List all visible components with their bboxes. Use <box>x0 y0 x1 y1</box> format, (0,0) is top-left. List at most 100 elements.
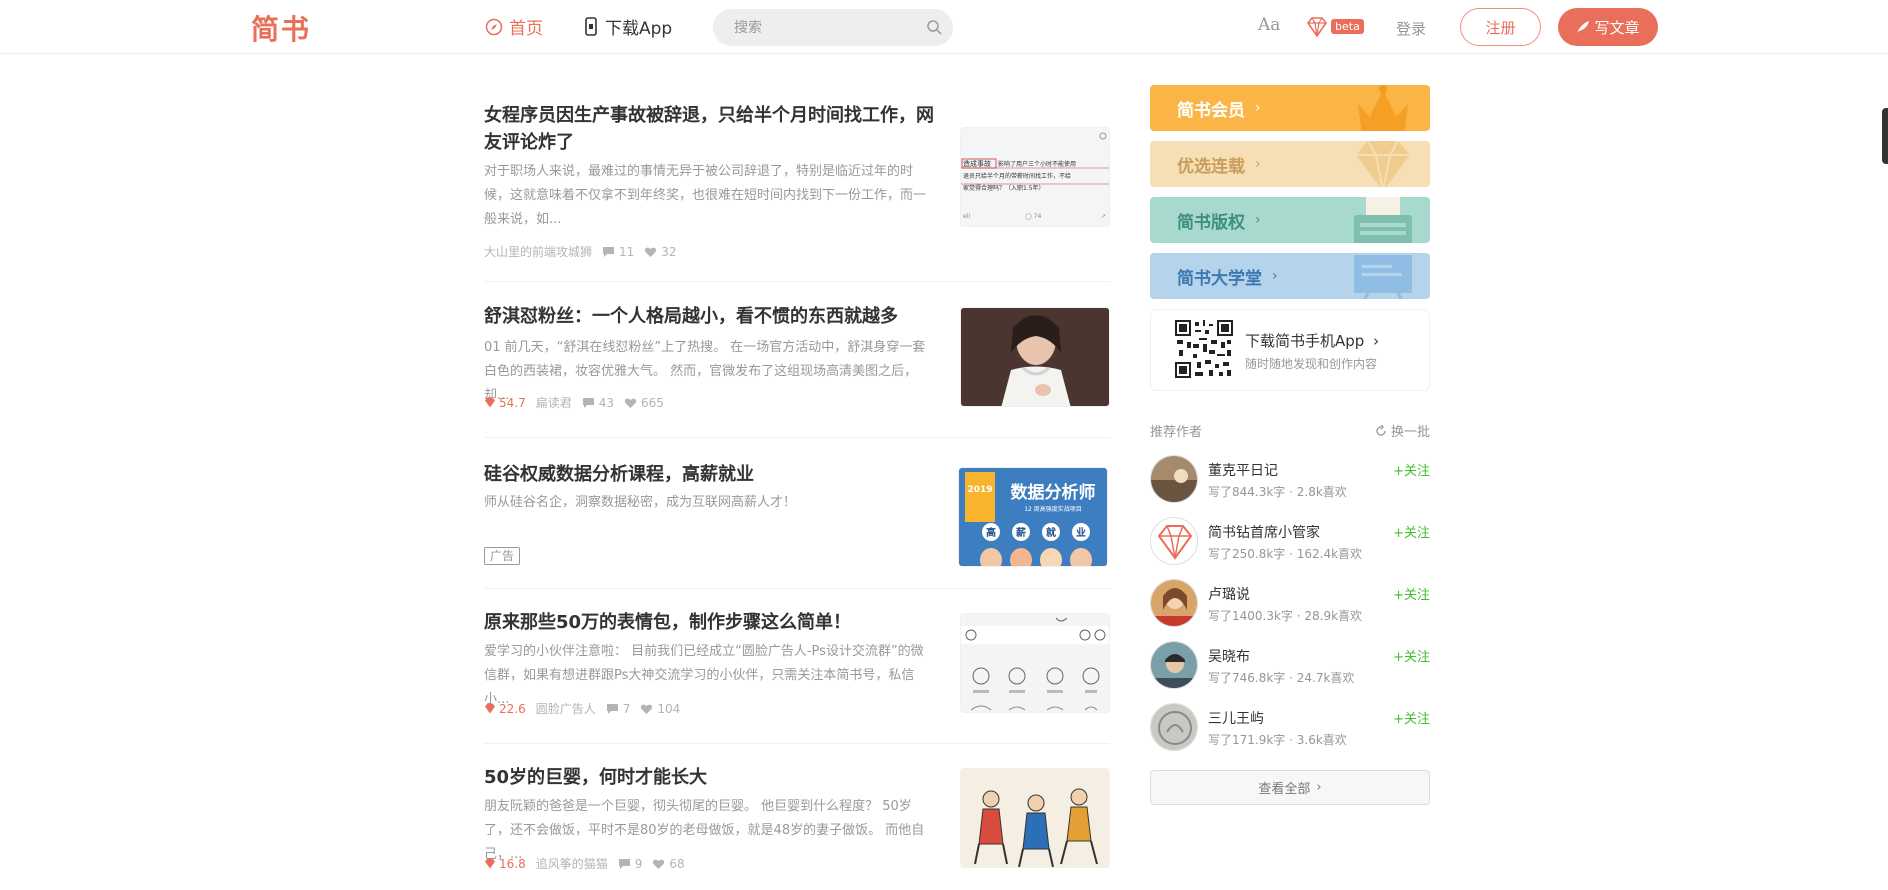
avatar[interactable] <box>1150 579 1198 627</box>
ad-label: 广告 <box>484 547 521 565</box>
avatar[interactable] <box>1150 641 1198 689</box>
svg-text:影响了用户三个小时不能使用: 影响了用户三个小时不能使用 <box>998 160 1076 168</box>
follow-button[interactable]: +关注 <box>1393 646 1430 665</box>
banner-membership[interactable]: 简书会员 › <box>1150 85 1430 131</box>
svg-text:◯ 74: ◯ 74 <box>1025 213 1041 220</box>
author-item: 吴晓布 写了746.8k字 · 24.7k喜欢 +关注 <box>1150 641 1430 691</box>
author-name[interactable]: 吴晓布 <box>1208 646 1250 666</box>
banner-academy[interactable]: 简书大学堂 › <box>1150 253 1430 299</box>
article-thumbnail[interactable] <box>960 613 1110 713</box>
write-article-button[interactable]: 写文章 <box>1558 8 1658 46</box>
article-meta: 22.6 圆脸广告人 7 104 <box>484 700 680 717</box>
comment-count[interactable]: 43 <box>582 396 614 410</box>
comment-count[interactable]: 9 <box>618 857 642 871</box>
portrait-photo-image <box>961 308 1109 406</box>
chevron-right-icon: › <box>1316 780 1322 795</box>
side-scroll-tab[interactable] <box>1882 108 1888 164</box>
author-name[interactable]: 三儿王屿 <box>1208 708 1264 728</box>
login-link[interactable]: 登录 <box>1396 18 1426 39</box>
author-stats: 写了250.8k字 · 162.4k喜欢 <box>1208 547 1363 561</box>
diamond-icon <box>485 703 495 714</box>
article-thumbnail[interactable] <box>960 768 1110 868</box>
article-title[interactable]: 原来那些50万的表情包，制作步骤这么简单！ <box>484 609 934 636</box>
search-icon[interactable] <box>926 19 942 35</box>
author-item: 卢璐说 写了1400.3k字 · 28.9k喜欢 +关注 <box>1150 579 1430 629</box>
banner-label: 简书大学堂 <box>1177 268 1262 289</box>
author-name[interactable]: 卢璐说 <box>1208 584 1250 604</box>
search-input[interactable] <box>714 10 904 45</box>
diamond-icon[interactable] <box>1306 17 1328 37</box>
svg-text:造成事故: 造成事故 <box>963 159 991 168</box>
banner-copyright[interactable]: 简书版权 › <box>1150 197 1430 243</box>
author-name[interactable]: 董克平日记 <box>1208 460 1278 480</box>
article-author[interactable]: 大山里的前端攻城狮 <box>484 243 592 260</box>
article-thumbnail[interactable]: 造成事故 影响了用户三个小时不能使用 退员只给半个月的带薪时间找工作，不给 家觉… <box>960 127 1110 227</box>
see-all-authors-button[interactable]: 查看全部 › <box>1150 770 1430 805</box>
article-meta: 54.7 扁读君 43 665 <box>484 394 664 411</box>
nav-download-app-link[interactable]: 下载App <box>585 14 672 39</box>
svg-text:退员只给半个月的带薪时间找工作，不给: 退员只给半个月的带薪时间找工作，不给 <box>963 172 1071 180</box>
avatar[interactable] <box>1150 517 1198 565</box>
heart-icon <box>653 859 665 869</box>
author-item: 董克平日记 写了844.3k字 · 2.8k喜欢 +关注 <box>1150 455 1430 505</box>
ad-title[interactable]: 硅谷权威数据分析课程，高薪就业 <box>484 461 934 488</box>
article-author[interactable]: 圆脸广告人 <box>536 700 596 717</box>
article-abstract: 对于职场人来说，最难过的事情无异于被公司辞退了，特别是临近过年的时候，这就意味着… <box>484 164 927 227</box>
refresh-authors-button[interactable]: 换一批 <box>1375 421 1430 440</box>
screenshot-thumbnail-image: 造成事故 影响了用户三个小时不能使用 退员只给半个月的带薪时间找工作，不给 家觉… <box>961 128 1109 226</box>
jewel-count: 22.6 <box>484 702 526 716</box>
article-title[interactable]: 女程序员因生产事故被辞退，只给半个月时间找工作，网友评论炸了 <box>484 102 934 156</box>
recommended-authors-title: 推荐作者 <box>1150 425 1203 440</box>
heart-icon <box>641 704 653 714</box>
article-author[interactable]: 扁读君 <box>536 394 572 411</box>
banner-serial[interactable]: 优选连载 › <box>1150 141 1430 187</box>
comment-icon <box>618 858 630 869</box>
follow-button[interactable]: +关注 <box>1393 522 1430 541</box>
write-label: 写文章 <box>1594 18 1640 37</box>
author-item: 三儿王屿 写了171.9k字 · 3.6k喜欢 +关注 <box>1150 703 1430 753</box>
comment-icon <box>582 397 594 408</box>
article-author[interactable]: 追风筝的猫猫 <box>536 855 608 872</box>
site-logo[interactable]: 简书 <box>251 8 311 48</box>
author-stats: 写了844.3k字 · 2.8k喜欢 <box>1208 485 1347 499</box>
phone-icon <box>585 17 597 36</box>
avatar[interactable] <box>1150 703 1198 751</box>
ad-thumbnail[interactable]: 2019 数据分析师 12 周高强度实战项目 高 薪 就 业 <box>958 467 1108 567</box>
banner-label: 简书版权 <box>1177 212 1245 233</box>
like-count: 104 <box>640 702 680 716</box>
svg-text:ell: ell <box>963 213 970 220</box>
comment-count[interactable]: 7 <box>606 702 630 716</box>
article-thumbnail[interactable] <box>960 307 1110 407</box>
svg-text:↗: ↗ <box>1101 213 1106 220</box>
article-title[interactable]: 舒淇怼粉丝：一个人格局越小，看不惯的东西就越多 <box>484 303 934 330</box>
svg-text:家觉得合理吗？（入职1.5年）: 家觉得合理吗？（入职1.5年） <box>963 184 1045 192</box>
follow-button[interactable]: +关注 <box>1393 460 1430 479</box>
svg-text:业: 业 <box>1076 526 1086 539</box>
article-item: 舒淇怼粉丝：一个人格局越小，看不惯的东西就越多 01 前几天，“舒淇在线怼粉丝”… <box>484 300 1110 438</box>
banner-label: 简书会员 <box>1177 100 1245 121</box>
chevron-right-icon: › <box>1255 212 1261 228</box>
app-screenshot-image <box>961 614 1109 712</box>
svg-text:就: 就 <box>1046 526 1056 539</box>
font-style-toggle[interactable]: Aa <box>1258 15 1280 35</box>
avatar[interactable] <box>1150 455 1198 503</box>
svg-text:2019: 2019 <box>967 485 992 495</box>
jewel-count: 16.8 <box>484 857 526 871</box>
chevron-right-icon: › <box>1272 268 1278 284</box>
svg-text:薪: 薪 <box>1016 526 1026 539</box>
nav-home-link[interactable]: 首页 <box>485 14 543 39</box>
ad-item: 硅谷权威数据分析课程，高薪就业 师从硅谷名企，洞察数据秘密，成为互联网高薪人才！… <box>484 455 1110 589</box>
follow-button[interactable]: +关注 <box>1393 584 1430 603</box>
cartoon-illustration-image <box>961 769 1109 867</box>
recommended-authors-header: 推荐作者 换一批 <box>1150 421 1430 440</box>
comment-count[interactable]: 11 <box>602 245 634 259</box>
typewriter-icon <box>1354 197 1412 243</box>
article-meta: 16.8 追风筝的猫猫 9 68 <box>484 855 685 872</box>
article-title[interactable]: 50岁的巨婴，何时才能长大 <box>484 764 934 791</box>
compass-icon <box>485 18 503 35</box>
nav-app-label: 下载App <box>605 19 673 39</box>
download-app-card[interactable]: 下载简书手机App › 随时随地发现和创作内容 <box>1150 309 1430 391</box>
author-name[interactable]: 简书钻首席小管家 <box>1208 522 1320 542</box>
register-button[interactable]: 注册 <box>1460 8 1541 46</box>
follow-button[interactable]: +关注 <box>1393 708 1430 727</box>
